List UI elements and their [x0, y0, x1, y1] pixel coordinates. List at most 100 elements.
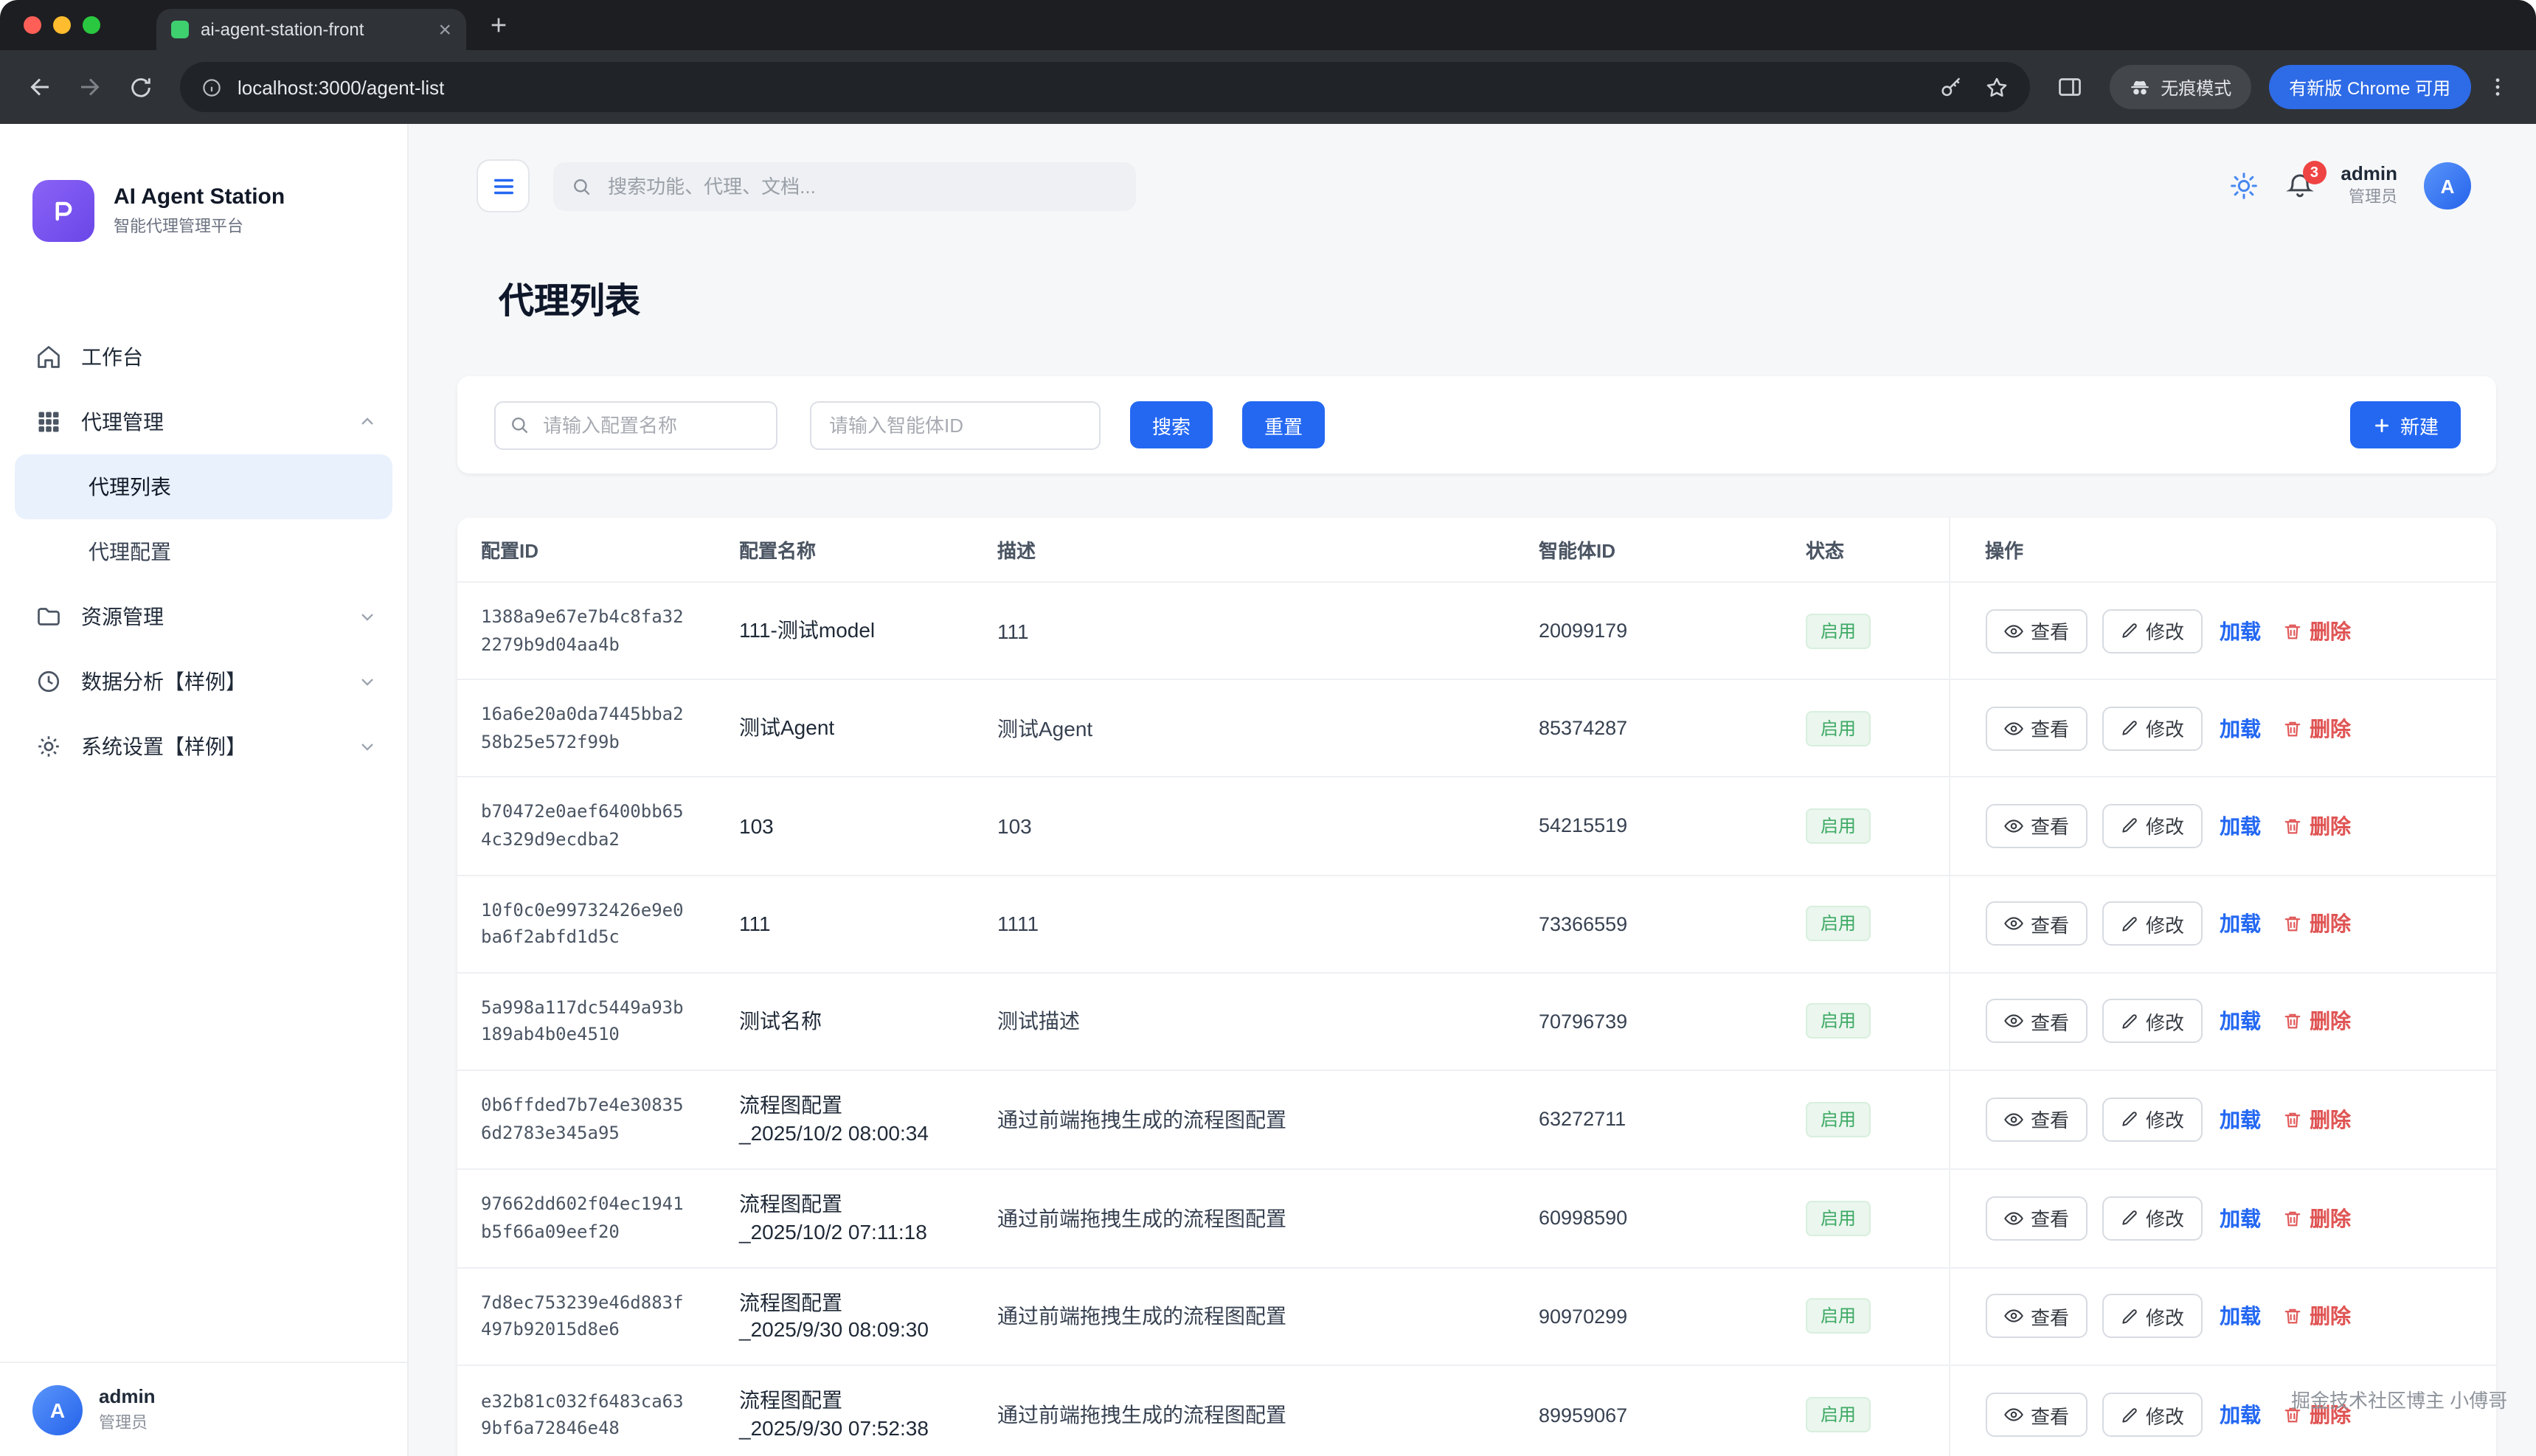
sidebar-subitem-label: 代理配置 [89, 537, 171, 566]
delete-button[interactable]: 删除 [2279, 811, 2354, 841]
sidebar-item-system-settings[interactable]: 系统设置【样例】 [0, 714, 407, 779]
browser-tab[interactable]: ai-agent-station-front × [156, 9, 466, 50]
load-button[interactable]: 加载 [2217, 1203, 2264, 1233]
pencil-icon [2119, 719, 2138, 738]
table-row: 16a6e20a0da7445bba258b25e572f99b测试Agent测… [457, 679, 2496, 777]
side-panel-button[interactable] [2047, 65, 2091, 109]
table-row: 0b6ffded7b7e4e308356d2783e345a95流程图配置 _2… [457, 1070, 2496, 1169]
sidebar-subitem-label: 代理列表 [89, 472, 171, 502]
reset-button[interactable]: 重置 [1242, 401, 1325, 448]
folder-icon [35, 603, 62, 630]
search-icon [509, 415, 530, 435]
view-button[interactable]: 查看 [1985, 707, 2087, 751]
create-button[interactable]: 新建 [2350, 401, 2461, 448]
header-user: admin 管理员 [2341, 162, 2397, 209]
sidebar-item-label: 工作台 [81, 342, 143, 372]
view-button[interactable]: 查看 [1985, 804, 2087, 848]
main-content: 3 admin 管理员 A 代理列表 [409, 124, 2536, 1456]
load-button[interactable]: 加载 [2217, 1007, 2264, 1036]
status-cell: 启用 [1782, 777, 1949, 875]
load-button[interactable]: 加载 [2217, 1400, 2264, 1429]
search-button[interactable]: 搜索 [1130, 401, 1213, 448]
collapse-sidebar-button[interactable] [477, 159, 530, 212]
edit-button[interactable]: 修改 [2102, 609, 2202, 653]
view-button[interactable]: 查看 [1985, 999, 2087, 1044]
agent-id-input[interactable] [810, 401, 1101, 449]
config-id-cell: 0b6ffded7b7e4e308356d2783e345a95 [457, 1070, 716, 1169]
load-button[interactable]: 加载 [2217, 1302, 2264, 1331]
info-icon[interactable] [201, 76, 223, 98]
config-name-cell: 103 [716, 777, 974, 875]
delete-button[interactable]: 删除 [2279, 1203, 2354, 1233]
load-button[interactable]: 加载 [2217, 811, 2264, 841]
tab-favicon-icon [171, 21, 189, 38]
user-name: admin [99, 1385, 156, 1407]
view-button[interactable]: 查看 [1985, 901, 2087, 946]
eye-icon [2003, 1207, 2023, 1228]
tab-close-icon[interactable]: × [438, 18, 451, 41]
browser-menu-button[interactable] [2477, 66, 2518, 108]
address-bar[interactable]: localhost:3000/agent-list [180, 62, 2029, 112]
avatar[interactable]: A [2424, 162, 2471, 209]
actions-cell: 查看修改加载删除 [1949, 777, 2496, 875]
edit-button[interactable]: 修改 [2102, 1393, 2202, 1437]
back-button[interactable] [18, 65, 62, 109]
reload-button[interactable] [118, 65, 162, 109]
chrome-update-button[interactable]: 有新版 Chrome 可用 [2268, 65, 2471, 109]
sidebar-item-workbench[interactable]: 工作台 [0, 325, 407, 389]
load-button[interactable]: 加载 [2217, 909, 2264, 938]
edit-button[interactable]: 修改 [2102, 707, 2202, 751]
view-button[interactable]: 查看 [1985, 1098, 2087, 1142]
load-button[interactable]: 加载 [2217, 616, 2264, 645]
actions-cell: 查看修改加载删除 [1949, 1070, 2496, 1169]
load-button[interactable]: 加载 [2217, 1105, 2264, 1134]
sidebar-item-agent-list[interactable]: 代理列表 [15, 454, 392, 519]
description-cell: 通过前端拖拽生成的流程图配置 [974, 1168, 1515, 1267]
star-icon[interactable] [1984, 74, 2009, 100]
edit-button[interactable]: 修改 [2102, 901, 2202, 946]
agent-table: 配置ID 配置名称 描述 智能体ID 状态 操作 1388a9e67e7b4c8… [457, 518, 2496, 1456]
edit-button[interactable]: 修改 [2102, 1196, 2202, 1240]
sidebar-user[interactable]: A admin 管理员 [0, 1362, 407, 1456]
edit-button[interactable]: 修改 [2102, 1294, 2202, 1339]
column-header-agent-id: 智能体ID [1515, 518, 1782, 582]
load-button[interactable]: 加载 [2217, 714, 2264, 743]
sidebar-item-data-analysis[interactable]: 数据分析【样例】 [0, 649, 407, 714]
chevron-down-icon [357, 606, 378, 627]
watermark: 掘金技术社区博主 小傅哥 [2291, 1385, 2507, 1413]
edit-button[interactable]: 修改 [2102, 804, 2202, 848]
delete-button[interactable]: 删除 [2279, 1302, 2354, 1331]
column-header-description: 描述 [974, 518, 1515, 582]
new-tab-button[interactable] [487, 13, 510, 37]
window-controls[interactable] [0, 16, 124, 34]
delete-button[interactable]: 删除 [2279, 714, 2354, 743]
agent-id-cell: 54215519 [1515, 777, 1782, 875]
edit-button[interactable]: 修改 [2102, 1098, 2202, 1142]
zoom-window-button[interactable] [83, 16, 100, 34]
delete-button[interactable]: 删除 [2279, 616, 2354, 645]
sidebar-item-resource-management[interactable]: 资源管理 [0, 584, 407, 649]
view-button[interactable]: 查看 [1985, 1196, 2087, 1240]
sidebar-item-agent-management[interactable]: 代理管理 [0, 389, 407, 454]
actions-cell: 查看修改加载删除 [1949, 679, 2496, 777]
sidebar-item-agent-config[interactable]: 代理配置 [15, 519, 392, 584]
close-window-button[interactable] [24, 16, 41, 34]
config-id-cell: 10f0c0e99732426e9e0ba6f2abfd1d5c [457, 875, 716, 972]
forward-button[interactable] [68, 65, 112, 109]
clock-icon [35, 668, 62, 695]
sun-icon[interactable] [2228, 171, 2258, 201]
global-search-input[interactable] [605, 173, 1118, 198]
delete-button[interactable]: 删除 [2279, 909, 2354, 938]
view-button[interactable]: 查看 [1985, 1294, 2087, 1339]
delete-button[interactable]: 删除 [2279, 1105, 2354, 1134]
global-search[interactable] [553, 162, 1136, 210]
config-name-input[interactable] [494, 401, 777, 449]
minimize-window-button[interactable] [53, 16, 71, 34]
view-button[interactable]: 查看 [1985, 609, 2087, 653]
key-icon[interactable] [1938, 74, 1963, 100]
edit-button[interactable]: 修改 [2102, 999, 2202, 1044]
sidebar-item-label: 资源管理 [81, 602, 164, 631]
view-button[interactable]: 查看 [1985, 1393, 2087, 1437]
delete-button[interactable]: 删除 [2279, 1007, 2354, 1036]
notifications-button[interactable]: 3 [2284, 171, 2314, 201]
